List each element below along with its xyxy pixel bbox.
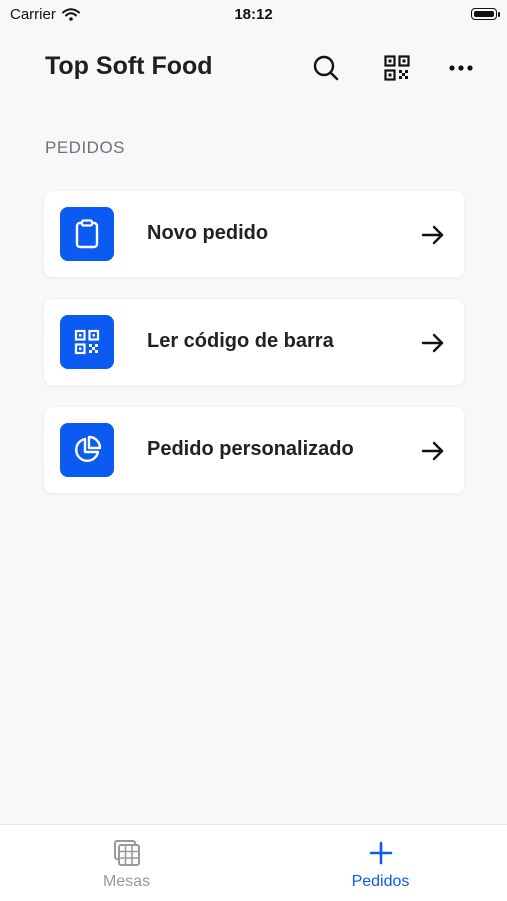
arrow-right-icon bbox=[421, 441, 444, 461]
arrow-right-icon bbox=[421, 333, 444, 353]
plus-icon bbox=[367, 839, 395, 867]
search-button[interactable] bbox=[308, 50, 344, 86]
card-label: Novo pedido bbox=[147, 222, 269, 244]
tab-label: Mesas bbox=[102, 873, 151, 890]
custom-order-card[interactable]: Pedido personalizado bbox=[44, 407, 464, 493]
arrow-right-icon bbox=[421, 225, 444, 245]
qr-code-button[interactable] bbox=[379, 50, 415, 86]
card-label: Ler código de barra bbox=[147, 330, 334, 352]
app-title: Top Soft Food bbox=[45, 52, 213, 80]
table-grid-icon bbox=[113, 839, 141, 867]
more-icon bbox=[449, 65, 473, 71]
clipboard-icon bbox=[75, 219, 99, 249]
card-icon-box bbox=[60, 315, 114, 369]
app-header: Top Soft Food bbox=[0, 44, 507, 92]
status-bar: Carrier 18:12 bbox=[0, 0, 507, 30]
tab-label: Pedidos bbox=[351, 873, 410, 890]
card-icon-box bbox=[60, 423, 114, 477]
qr-code-icon bbox=[384, 55, 410, 81]
status-time: 18:12 bbox=[234, 6, 273, 23]
tab-bar: Mesas Pedidos bbox=[0, 824, 507, 901]
tab-pedidos[interactable]: Pedidos bbox=[254, 825, 507, 901]
scan-barcode-card[interactable]: Ler código de barra bbox=[44, 299, 464, 385]
section-title: PEDIDOS bbox=[45, 138, 126, 157]
pie-chart-icon bbox=[75, 435, 102, 462]
battery-icon bbox=[471, 8, 500, 20]
tab-mesas[interactable]: Mesas bbox=[0, 825, 253, 901]
card-icon-box bbox=[60, 207, 114, 261]
more-options-button[interactable] bbox=[443, 50, 479, 86]
new-order-card[interactable]: Novo pedido bbox=[44, 191, 464, 277]
card-label: Pedido personalizado bbox=[147, 438, 354, 460]
search-icon bbox=[313, 55, 339, 81]
qr-code-icon bbox=[74, 329, 100, 355]
